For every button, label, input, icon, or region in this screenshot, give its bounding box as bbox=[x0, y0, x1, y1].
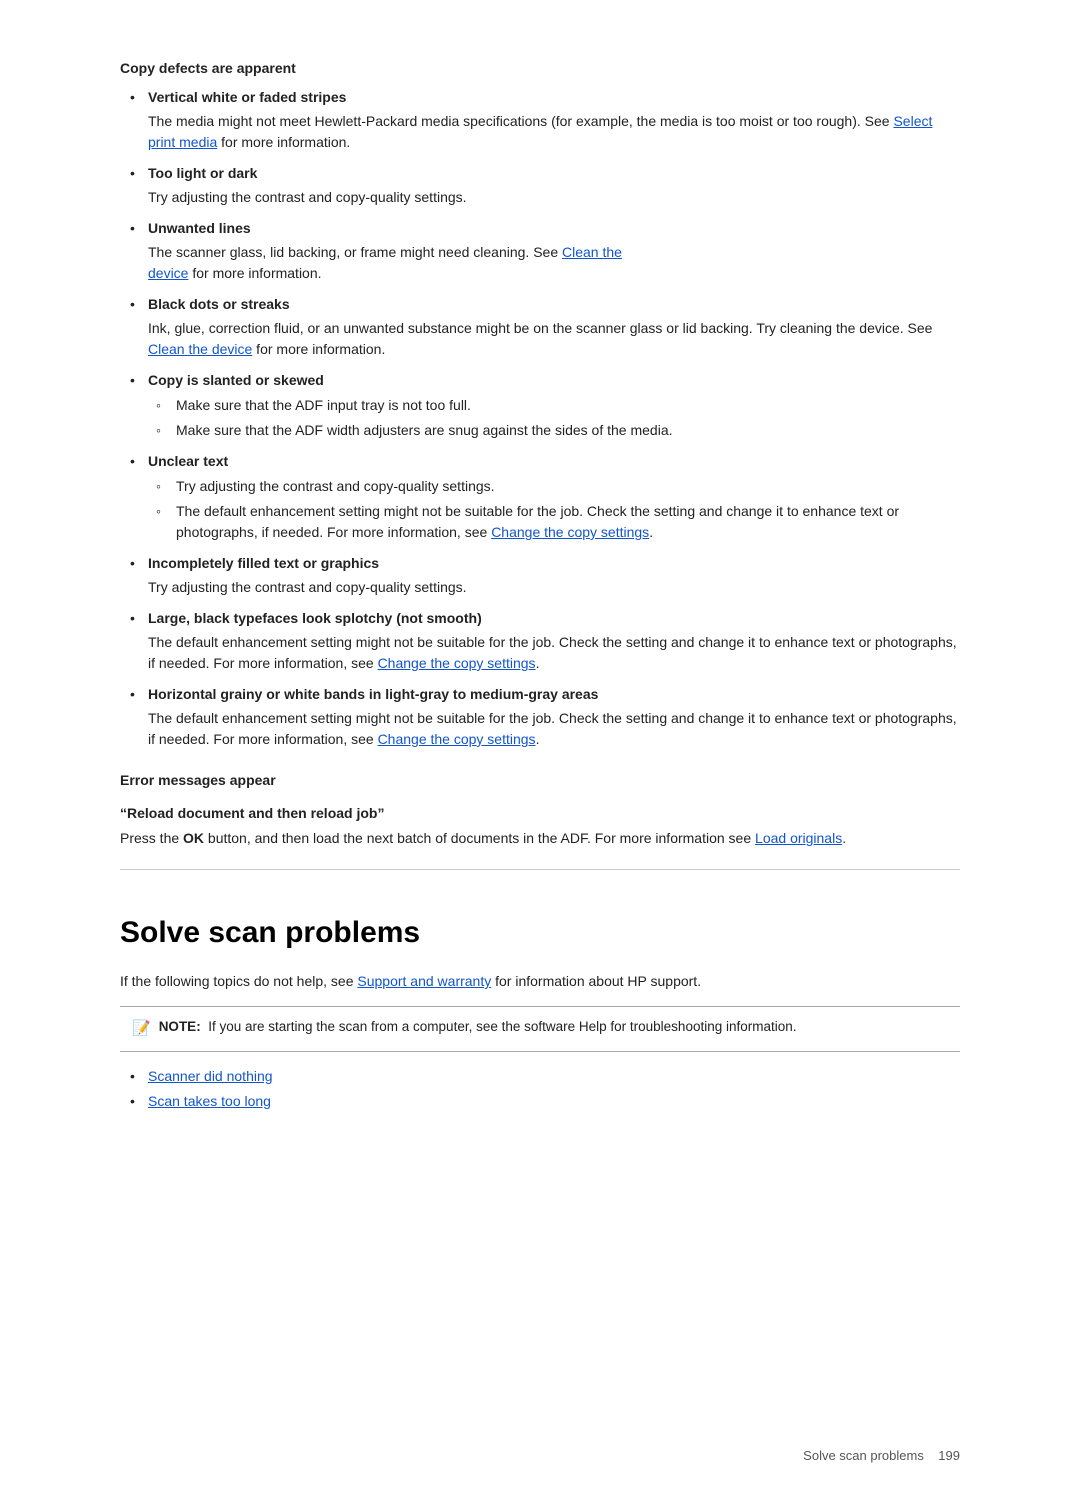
ok-bold: OK bbox=[183, 830, 204, 846]
item-title: Incompletely filled text or graphics bbox=[148, 555, 379, 571]
list-item: Incompletely filled text or graphics Try… bbox=[120, 553, 960, 598]
error-messages-heading: Error messages appear bbox=[120, 770, 960, 791]
solve-scan-section: Solve scan problems If the following top… bbox=[120, 869, 960, 1112]
item-title: Vertical white or faded stripes bbox=[148, 89, 346, 105]
error-body: Press the OK button, and then load the n… bbox=[120, 828, 960, 849]
item-title: Unwanted lines bbox=[148, 220, 251, 236]
sub-list: Make sure that the ADF input tray is not… bbox=[148, 395, 960, 441]
page-footer: Solve scan problems 199 bbox=[803, 1446, 960, 1466]
list-item: Horizontal grainy or white bands in ligh… bbox=[120, 684, 960, 750]
scan-links-list: Scanner did nothing Scan takes too long bbox=[120, 1066, 960, 1112]
footer-page: 199 bbox=[938, 1448, 960, 1463]
list-item: Vertical white or faded stripes The medi… bbox=[120, 87, 960, 153]
clean-device-link-1[interactable]: Clean thedevice bbox=[148, 244, 622, 281]
list-item: Black dots or streaks Ink, glue, correct… bbox=[120, 294, 960, 360]
list-item: Copy is slanted or skewed Make sure that… bbox=[120, 370, 960, 441]
solve-scan-heading: Solve scan problems bbox=[120, 910, 960, 955]
item-body: Ink, glue, correction fluid, or an unwan… bbox=[148, 318, 960, 360]
item-body: The scanner glass, lid backing, or frame… bbox=[148, 242, 960, 284]
item-title: Unclear text bbox=[148, 453, 228, 469]
note-label: NOTE: bbox=[159, 1019, 201, 1034]
copy-defects-section: Copy defects are apparent Vertical white… bbox=[120, 58, 960, 750]
clean-device-link-2[interactable]: Clean the device bbox=[148, 341, 252, 357]
footer-text: Solve scan problems bbox=[803, 1448, 924, 1463]
sub-list-item: Make sure that the ADF width adjusters a… bbox=[148, 420, 960, 441]
sub-list-item: The default enhancement setting might no… bbox=[148, 501, 960, 543]
item-body: The media might not meet Hewlett-Packard… bbox=[148, 111, 960, 153]
item-body: Try adjusting the contrast and copy-qual… bbox=[148, 187, 960, 208]
list-item: Unwanted lines The scanner glass, lid ba… bbox=[120, 218, 960, 284]
copy-defects-list: Vertical white or faded stripes The medi… bbox=[120, 87, 960, 750]
list-item: Scanner did nothing bbox=[120, 1066, 960, 1087]
item-title: Large, black typefaces look splotchy (no… bbox=[148, 610, 482, 626]
support-warranty-link[interactable]: Support and warranty bbox=[357, 973, 491, 989]
select-print-media-link[interactable]: Select print media bbox=[148, 113, 932, 150]
change-copy-settings-link-3[interactable]: Change the copy settings bbox=[378, 731, 536, 747]
scan-takes-too-long-link[interactable]: Scan takes too long bbox=[148, 1093, 271, 1109]
item-body: Try adjusting the contrast and copy-qual… bbox=[148, 577, 960, 598]
item-body: The default enhancement setting might no… bbox=[148, 632, 960, 674]
list-item: Scan takes too long bbox=[120, 1091, 960, 1112]
item-title: Too light or dark bbox=[148, 165, 257, 181]
sub-list-item: Try adjusting the contrast and copy-qual… bbox=[148, 476, 960, 497]
list-item: Unclear text Try adjusting the contrast … bbox=[120, 451, 960, 543]
scanner-did-nothing-link[interactable]: Scanner did nothing bbox=[148, 1068, 273, 1084]
item-title: Horizontal grainy or white bands in ligh… bbox=[148, 686, 598, 702]
solve-scan-intro: If the following topics do not help, see… bbox=[120, 971, 960, 992]
error-sub-heading: “Reload document and then reload job” bbox=[120, 803, 960, 824]
note-icon: 📝 bbox=[132, 1018, 151, 1041]
item-title: Copy is slanted or skewed bbox=[148, 372, 324, 388]
error-messages-section: Error messages appear “Reload document a… bbox=[120, 770, 960, 849]
copy-defects-heading: Copy defects are apparent bbox=[120, 58, 960, 79]
sub-list-item: Make sure that the ADF input tray is not… bbox=[148, 395, 960, 416]
item-body: The default enhancement setting might no… bbox=[148, 708, 960, 750]
list-item: Too light or dark Try adjusting the cont… bbox=[120, 163, 960, 208]
item-title: Black dots or streaks bbox=[148, 296, 290, 312]
change-copy-settings-link-2[interactable]: Change the copy settings bbox=[378, 655, 536, 671]
list-item: Large, black typefaces look splotchy (no… bbox=[120, 608, 960, 674]
note-box: 📝 NOTE: If you are starting the scan fro… bbox=[120, 1006, 960, 1052]
load-originals-link[interactable]: Load originals bbox=[755, 830, 842, 846]
note-text: NOTE: If you are starting the scan from … bbox=[159, 1017, 797, 1037]
note-body: If you are starting the scan from a comp… bbox=[208, 1019, 796, 1034]
sub-list: Try adjusting the contrast and copy-qual… bbox=[148, 476, 960, 543]
section-divider bbox=[120, 869, 960, 870]
change-copy-settings-link-1[interactable]: Change the copy settings bbox=[491, 524, 649, 540]
